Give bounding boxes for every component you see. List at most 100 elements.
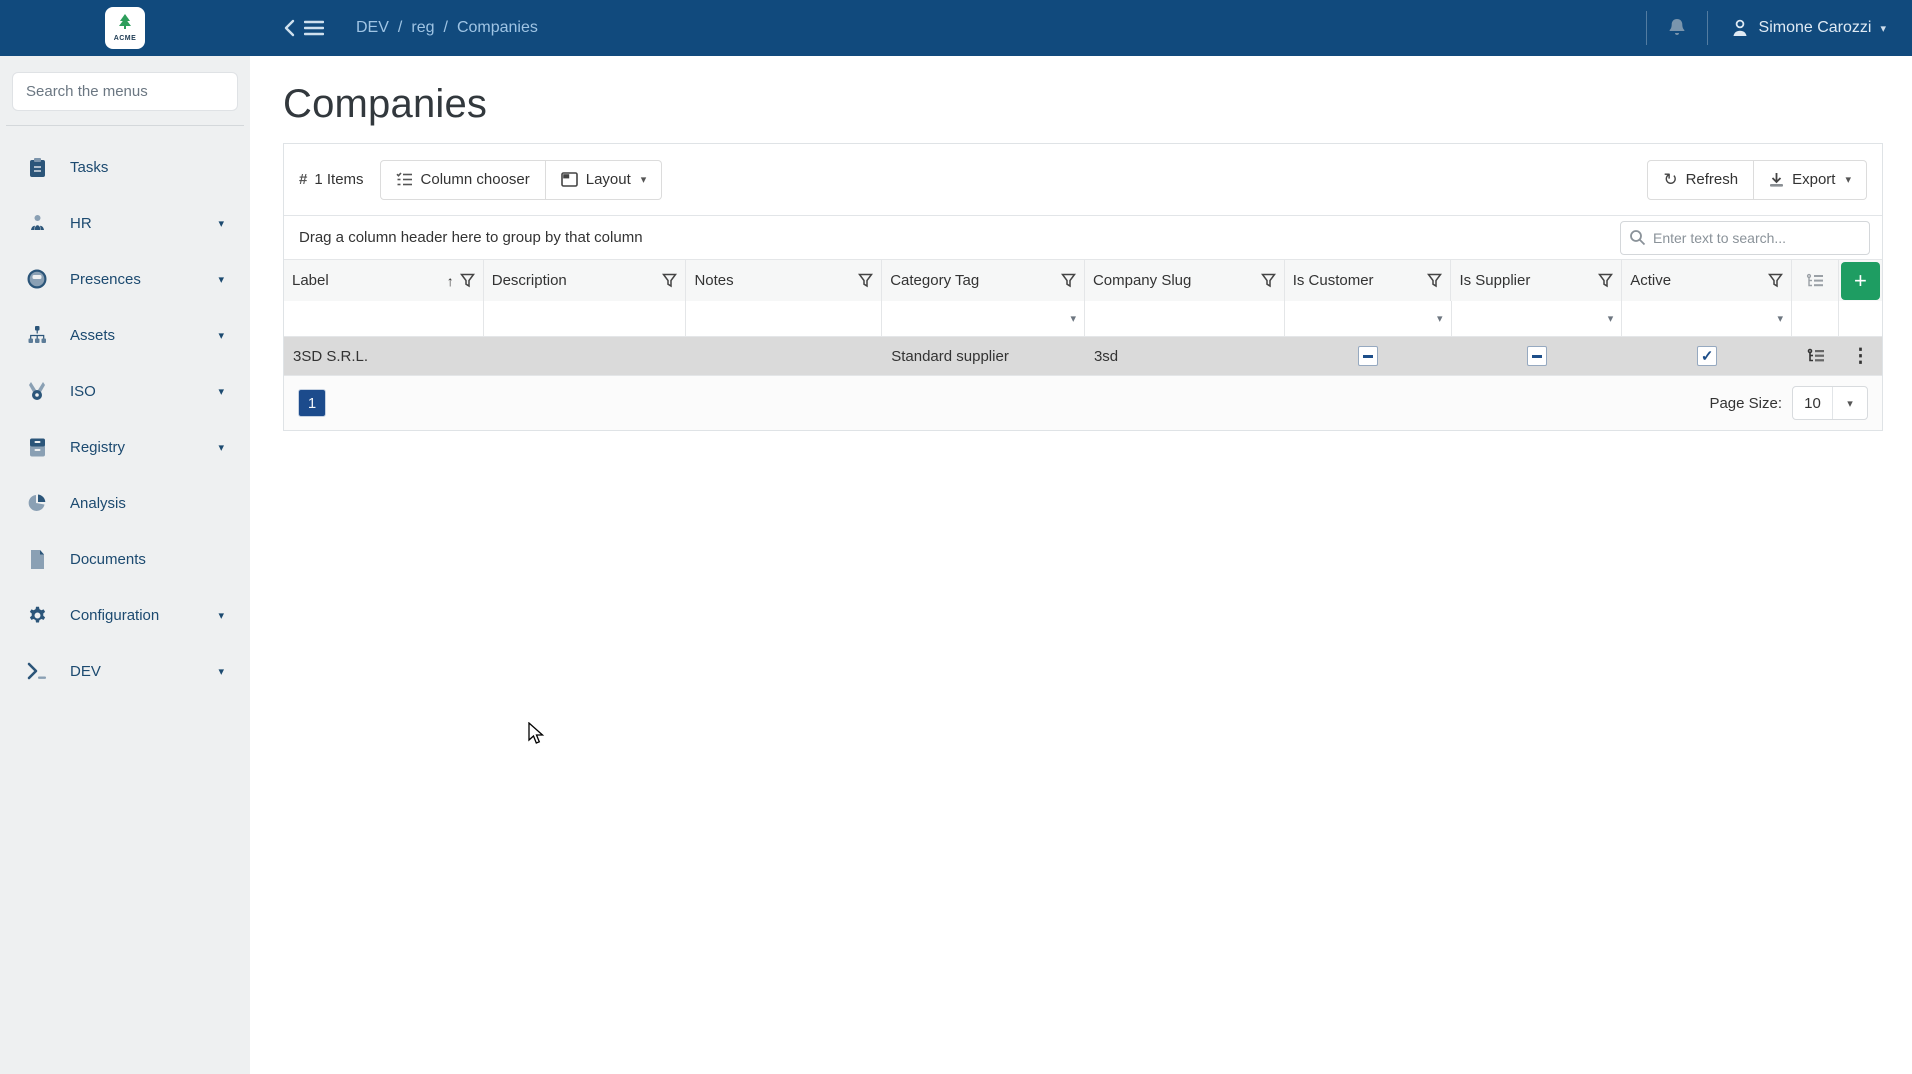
sidebar-item-tasks[interactable]: Tasks: [0, 139, 250, 195]
notifications-button[interactable]: [1647, 0, 1707, 56]
column-header-description[interactable]: Description: [483, 259, 687, 301]
cell-category-tag: Standard supplier: [891, 347, 1009, 365]
column-header-active[interactable]: Active: [1622, 259, 1793, 301]
filter-icon[interactable]: [662, 273, 678, 288]
sidebar-item-label: Assets: [70, 326, 116, 344]
indeterminate-mark: [1531, 354, 1542, 358]
filter-icon[interactable]: [1060, 273, 1076, 288]
sidebar-item-presences[interactable]: Presences ▾: [0, 251, 250, 307]
indeterminate-mark: [1363, 354, 1374, 358]
filter-icon[interactable]: [459, 273, 475, 288]
medal-icon: [26, 380, 48, 402]
filter-cell-label[interactable]: [284, 301, 484, 337]
chevron-down-icon[interactable]: ▾: [1437, 312, 1443, 325]
add-row-button[interactable]: +: [1840, 261, 1880, 300]
sidebar-item-label: Analysis: [70, 494, 126, 512]
cell-is-supplier: [1452, 337, 1623, 375]
sidebar: Tasks HR ▾ Presences ▾ Assets ▾ ISO ▾ Re…: [0, 56, 250, 1074]
user-menu[interactable]: Simone Carozzi ▾: [1708, 0, 1912, 56]
hamburger-menu-icon: [304, 20, 324, 36]
refresh-icon: ↻: [1663, 170, 1678, 189]
column-header-company-slug[interactable]: Company Slug: [1084, 259, 1285, 301]
column-header-notes[interactable]: Notes: [686, 259, 883, 301]
sidebar-item-iso[interactable]: ISO ▾: [0, 363, 250, 419]
chevron-down-icon: ▾: [1847, 397, 1853, 410]
active-checkbox-checked[interactable]: ✓: [1697, 346, 1718, 366]
sidebar-item-label: DEV: [70, 662, 101, 680]
chevron-down-icon: ▾: [218, 217, 224, 230]
breadcrumb-link-reg[interactable]: reg: [411, 19, 434, 37]
download-icon: [1770, 172, 1784, 187]
grid-search-input[interactable]: [1620, 220, 1870, 255]
sidebar-item-documents[interactable]: Documents: [0, 531, 250, 587]
filter-cell-is-customer[interactable]: ▾: [1284, 301, 1452, 337]
grid-toolbar: # 1 Items Column chooser Layout ▾ ↻ Refr…: [284, 144, 1882, 215]
filter-cell-is-supplier[interactable]: ▾: [1451, 301, 1623, 337]
is-customer-checkbox-indeterminate[interactable]: [1358, 346, 1379, 366]
tree-logo-icon: [119, 14, 131, 29]
cell-hierarchy: [1792, 337, 1839, 375]
chevron-down-icon: ▾: [218, 329, 224, 342]
cell-description: [484, 337, 687, 375]
filter-cell-active[interactable]: ▾: [1622, 301, 1793, 337]
filter-cell-company-slug[interactable]: [1084, 301, 1285, 337]
filter-icon[interactable]: [1260, 273, 1276, 288]
logo-zone: ACME: [0, 7, 250, 49]
refresh-label: Refresh: [1685, 171, 1739, 188]
breadcrumb-link-dev[interactable]: DEV: [356, 19, 389, 37]
sidebar-item-configuration[interactable]: Configuration ▾: [0, 587, 250, 643]
column-chooser-button[interactable]: Column chooser: [379, 159, 546, 200]
column-header-category-tag[interactable]: Category Tag: [882, 259, 1085, 301]
chevron-down-icon: ▾: [1880, 22, 1886, 35]
page-title: Companies: [283, 82, 488, 126]
presence-circle-icon: [26, 268, 48, 290]
is-supplier-checkbox-indeterminate[interactable]: [1526, 346, 1547, 366]
page-size-select[interactable]: 10 ▾: [1792, 386, 1868, 420]
chevron-down-icon[interactable]: ▾: [1778, 312, 1784, 325]
sidebar-collapse-toggle[interactable]: [283, 19, 324, 37]
column-header-is-customer[interactable]: Is Customer: [1284, 259, 1452, 301]
hierarchy-icon[interactable]: [1807, 348, 1825, 364]
sidebar-item-registry[interactable]: Registry ▾: [0, 419, 250, 475]
archive-icon: [26, 436, 48, 458]
page-1-button[interactable]: 1: [298, 389, 326, 417]
column-header-label[interactable]: Label ↑: [284, 259, 484, 301]
export-button[interactable]: Export ▾: [1754, 159, 1867, 200]
layout-button[interactable]: Layout ▾: [545, 159, 663, 200]
sidebar-item-dev[interactable]: DEV ▾: [0, 643, 250, 699]
user-name: Simone Carozzi: [1758, 19, 1872, 36]
pie-chart-icon: [26, 492, 48, 514]
sidebar-item-hr[interactable]: HR ▾: [0, 195, 250, 251]
cell-is-customer: [1285, 337, 1452, 375]
table-row[interactable]: 3SD S.R.L. Standard supplier 3sd ✓ ⋮: [284, 337, 1882, 375]
column-header-add: +: [1838, 259, 1882, 301]
chevron-down-icon: ▾: [640, 174, 647, 186]
filter-icon[interactable]: [858, 273, 874, 288]
group-panel: Drag a column header here to group by th…: [284, 216, 1882, 259]
filter-cell-category-tag[interactable]: ▾: [882, 301, 1085, 337]
sitemap-icon: [26, 324, 48, 346]
filter-icon[interactable]: [1768, 273, 1784, 288]
grid-header-row: Label ↑ Description Notes Category Tag C…: [284, 259, 1882, 301]
sidebar-item-label: HR: [70, 214, 92, 232]
hash-icon: #: [299, 171, 308, 188]
filter-cell-notes[interactable]: [686, 301, 883, 337]
breadcrumb-link-companies[interactable]: Companies: [457, 19, 538, 37]
kebab-menu-icon[interactable]: ⋮: [1851, 345, 1870, 368]
sort-ascending-icon: ↑: [446, 272, 454, 289]
column-header-is-supplier[interactable]: Is Supplier: [1451, 259, 1623, 301]
filter-icon[interactable]: [1598, 273, 1614, 288]
chevron-down-icon[interactable]: ▾: [1608, 312, 1614, 325]
chevron-down-icon: ▾: [218, 273, 224, 286]
sidebar-item-assets[interactable]: Assets ▾: [0, 307, 250, 363]
sidebar-item-analysis[interactable]: Analysis: [0, 475, 250, 531]
chevron-down-icon: ▾: [218, 385, 224, 398]
search-icon: [1630, 229, 1646, 245]
refresh-button[interactable]: ↻ Refresh: [1647, 159, 1755, 200]
app-logo[interactable]: ACME: [105, 7, 145, 49]
clipboard-icon: [26, 156, 48, 178]
filter-cell-description[interactable]: [483, 301, 687, 337]
menu-search-input[interactable]: [12, 72, 238, 111]
filter-icon[interactable]: [1427, 273, 1443, 288]
chevron-down-icon[interactable]: ▾: [1070, 312, 1076, 325]
